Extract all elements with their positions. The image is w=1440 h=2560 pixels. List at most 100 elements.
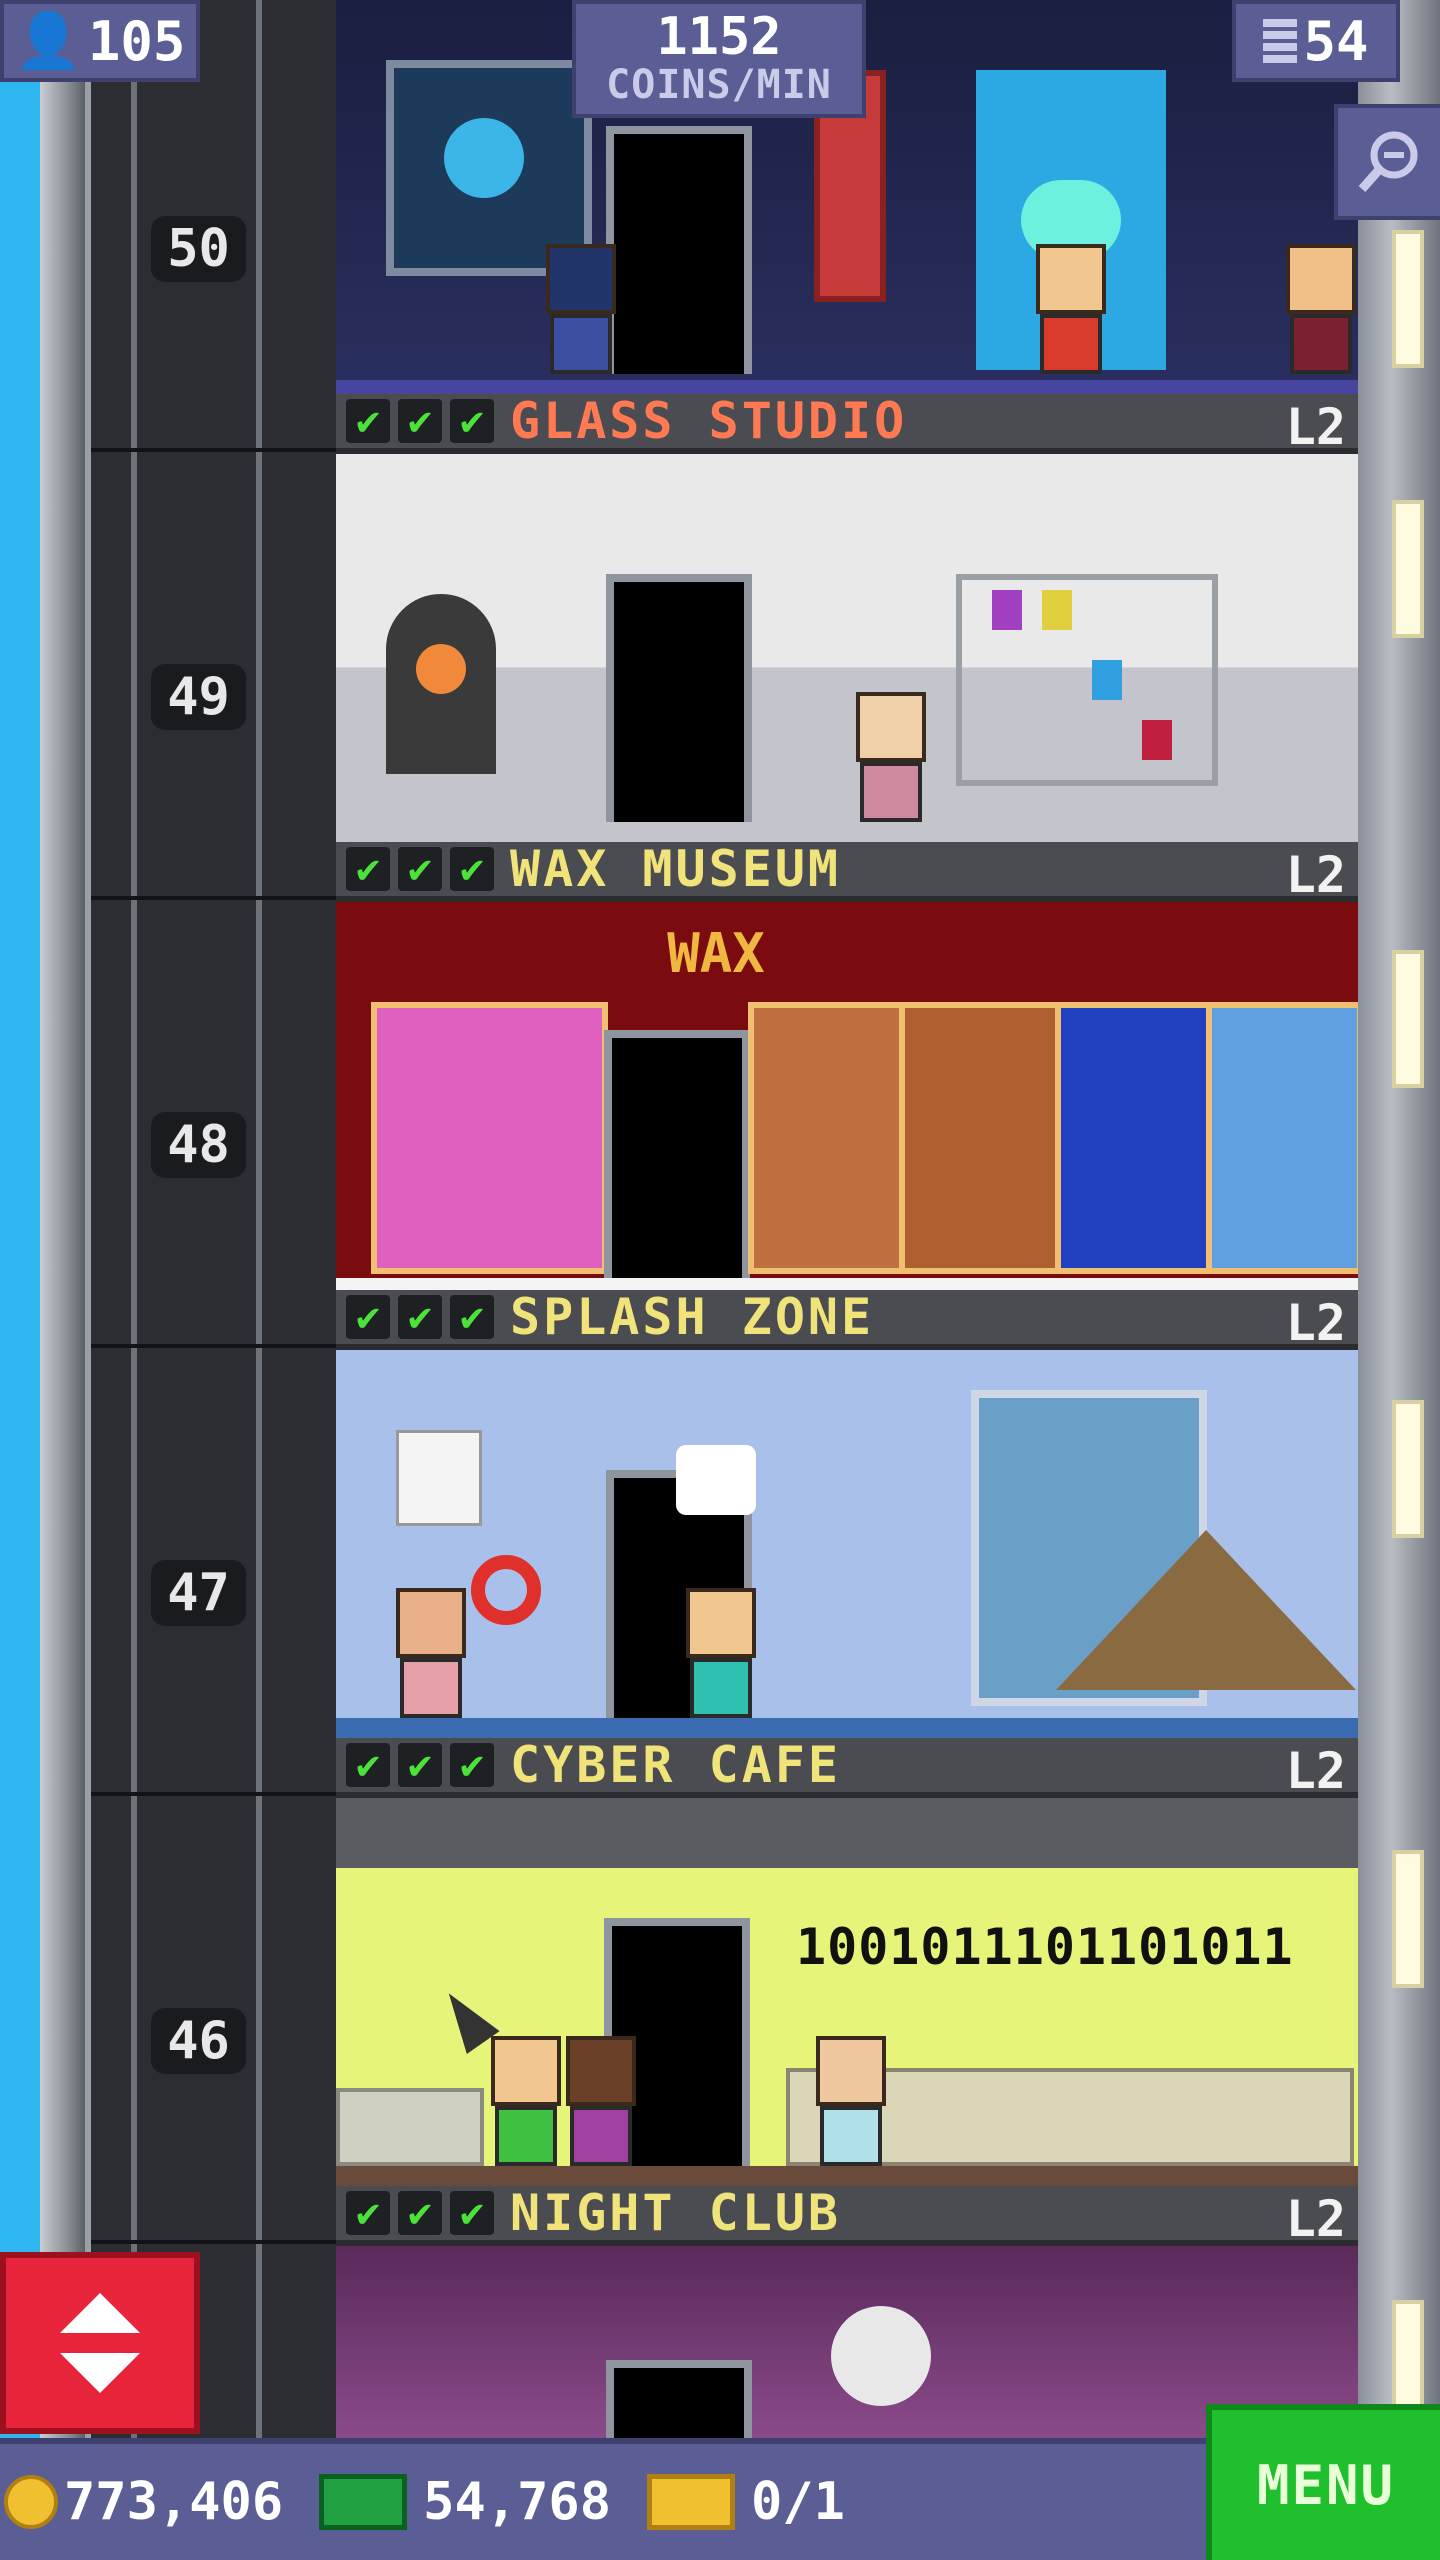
floor-level: L2	[1285, 1294, 1346, 1352]
wax-booth	[899, 1002, 1061, 1274]
floor-counter[interactable]: 54	[1232, 0, 1400, 82]
floor-name: CYBER CAFE	[510, 1738, 842, 1794]
pool	[336, 1718, 1358, 1738]
check-icon: ✔	[398, 399, 442, 443]
elevator-button[interactable]	[0, 2252, 200, 2434]
bux-icon	[319, 2474, 408, 2530]
floor-wax-museum[interactable]: ✔ ✔ ✔ WAX MUSEUM L2 WAX	[336, 842, 1358, 1290]
floor-name: WAX MUSEUM	[510, 842, 842, 898]
wall-light	[1392, 500, 1424, 638]
floor-cyber-cafe[interactable]: ✔ ✔ ✔ CYBER CAFE L2 1001011101101011	[336, 1738, 1358, 2186]
bitizen-blonde[interactable]	[816, 2036, 886, 2166]
zoom-out-icon	[1358, 131, 1418, 192]
tickets-display[interactable]: 0/1	[647, 2472, 845, 2532]
floor-name: NIGHT CLUB	[510, 2186, 842, 2242]
floor-number: 47	[151, 1560, 246, 1626]
floor-level: L2	[1285, 2190, 1346, 2248]
hologram-icon	[444, 118, 524, 198]
speech-bubble-life-ring	[676, 1445, 756, 1515]
tickets-value: 0/1	[751, 2472, 845, 2532]
floor-level: L2	[1285, 398, 1346, 456]
wall-light	[1392, 1400, 1424, 1538]
room-interior: 1001011101101011	[336, 1798, 1358, 2186]
up-down-arrows-icon	[60, 2293, 140, 2393]
coins-value: 773,406	[64, 2472, 284, 2532]
coins-display[interactable]: 773,406	[4, 2472, 283, 2532]
floor-glass-studio[interactable]: ✔ ✔ ✔ GLASS STUDIO L2	[336, 394, 1358, 842]
floor-bar: ✔ ✔ ✔ SPLASH ZONE L2	[336, 1290, 1358, 1352]
bitizen-worker[interactable]	[1286, 244, 1356, 374]
building-right-wall	[1358, 0, 1440, 2560]
glass-shelf	[956, 574, 1218, 786]
bitizen-bearded[interactable]	[396, 1588, 466, 1718]
check-icon: ✔	[346, 847, 390, 891]
floor-number: 49	[151, 664, 246, 730]
room-door	[606, 2360, 752, 2438]
bitizen-purple[interactable]	[566, 2036, 636, 2166]
person-icon: 👤	[14, 9, 82, 72]
wax-booth	[1206, 1002, 1358, 1274]
population-counter[interactable]: 👤 105	[0, 0, 200, 82]
room-interior: WAX	[336, 902, 1358, 1290]
ticket-icon	[647, 2474, 735, 2530]
coins-rate-unit: COINS/MIN	[606, 62, 832, 108]
room-interior	[336, 1350, 1358, 1738]
check-icon: ✔	[398, 1295, 442, 1339]
vase	[992, 590, 1022, 630]
bitizen-robin[interactable]	[1036, 244, 1106, 374]
wall-light	[1392, 1850, 1424, 1988]
check-icon: ✔	[346, 1743, 390, 1787]
vase	[1042, 590, 1072, 630]
bitizen-batman[interactable]	[546, 244, 616, 374]
bitizen-swimmer[interactable]	[686, 1588, 756, 1718]
zoom-out-button[interactable]	[1334, 104, 1440, 220]
vase	[1092, 660, 1122, 700]
building-icon	[1263, 19, 1298, 63]
check-icon: ✔	[450, 847, 494, 891]
elevator-shaft[interactable]: 50 49 48 47 46	[85, 0, 344, 2560]
check-icon: ✔	[450, 2191, 494, 2235]
menu-button[interactable]: MENU	[1206, 2404, 1440, 2560]
floor-name: SPLASH ZONE	[510, 1290, 875, 1346]
building-pillar	[40, 0, 85, 2560]
floor-level: L2	[1285, 846, 1346, 904]
floor-splash-zone[interactable]: ✔ ✔ ✔ SPLASH ZONE L2	[336, 1290, 1358, 1738]
binary-text: 1001011101101011	[796, 1918, 1294, 1976]
disco-ball	[831, 2306, 931, 2406]
cursor-icon	[432, 1981, 500, 2055]
room-door	[606, 126, 752, 374]
room-floor	[336, 1278, 1358, 1290]
check-icon: ✔	[450, 1295, 494, 1339]
check-icon: ✔	[398, 847, 442, 891]
check-icon: ✔	[398, 2191, 442, 2235]
vase	[1142, 720, 1172, 760]
sky	[0, 0, 40, 2560]
coins-per-minute: 1152 COINS/MIN	[572, 0, 866, 118]
floor-number: 50	[151, 216, 246, 282]
bitizen-green[interactable]	[491, 2036, 561, 2166]
wall-light	[1392, 950, 1424, 1088]
floor-name: GLASS STUDIO	[510, 394, 908, 450]
check-icon: ✔	[450, 1743, 494, 1787]
floor-number: 48	[151, 1112, 246, 1178]
counter	[336, 2088, 484, 2166]
population-value: 105	[87, 9, 186, 73]
notice-poster	[396, 1430, 482, 1526]
coin-icon	[4, 2475, 58, 2529]
room-floor	[336, 2166, 1358, 2186]
bitizen-glassblower[interactable]	[856, 692, 926, 822]
check-icon: ✔	[346, 2191, 390, 2235]
bux-value: 54,768	[423, 2472, 611, 2532]
check-icon: ✔	[450, 399, 494, 443]
kiln	[386, 594, 496, 774]
check-icon: ✔	[346, 1295, 390, 1339]
room-interior	[336, 454, 1358, 842]
ceiling	[336, 1798, 1358, 1868]
room-interior	[336, 2246, 1358, 2438]
bux-display[interactable]: 54,768	[319, 2472, 611, 2532]
floor-night-club[interactable]: ✔ ✔ ✔ NIGHT CLUB L2	[336, 2186, 1358, 2438]
wax-booth	[1055, 1002, 1212, 1274]
wax-booth-pink	[371, 1002, 608, 1274]
floor-number: 46	[151, 2008, 246, 2074]
life-ring-icon	[471, 1555, 541, 1625]
